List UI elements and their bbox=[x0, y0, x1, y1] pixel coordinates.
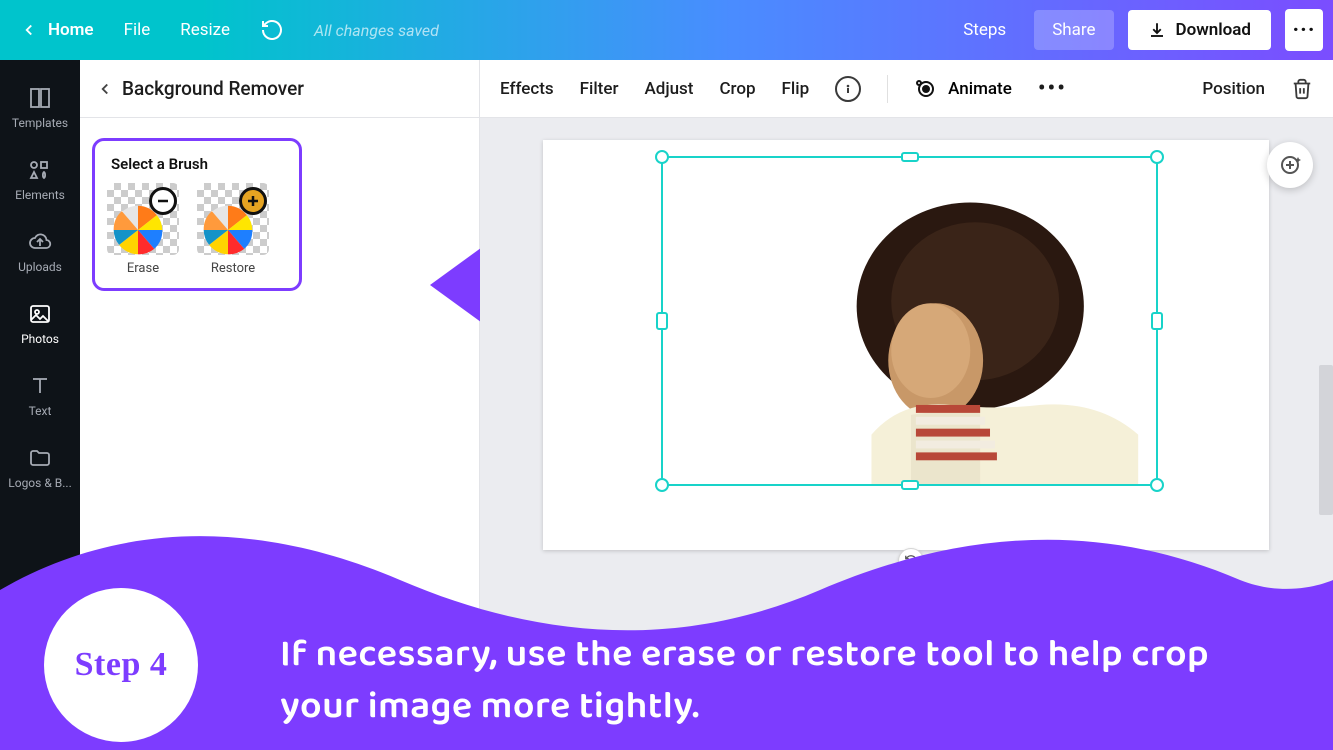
file-menu[interactable]: File bbox=[124, 20, 151, 40]
resize-handle-e[interactable] bbox=[1151, 312, 1163, 330]
brush-restore-option[interactable]: Restore bbox=[197, 183, 269, 276]
download-icon bbox=[1148, 21, 1166, 39]
plus-icon bbox=[239, 187, 267, 215]
add-page-button[interactable] bbox=[1267, 142, 1313, 188]
image-selection[interactable] bbox=[661, 156, 1158, 486]
home-button[interactable]: Home bbox=[20, 20, 94, 40]
elements-icon bbox=[28, 158, 52, 182]
adjust-button[interactable]: Adjust bbox=[644, 79, 693, 99]
position-button[interactable]: Position bbox=[1202, 79, 1265, 99]
undo-icon[interactable] bbox=[260, 18, 284, 42]
download-label: Download bbox=[1176, 20, 1251, 40]
sidebar-item-label: Templates bbox=[12, 116, 68, 130]
resize-handle-sw[interactable] bbox=[655, 478, 669, 492]
rotate-handle[interactable] bbox=[898, 548, 924, 574]
text-icon bbox=[28, 374, 52, 398]
context-toolbar: Effects Filter Adjust Crop Flip Animate … bbox=[480, 60, 1333, 118]
more-options-button[interactable]: ••• bbox=[1038, 76, 1067, 101]
sidebar: Templates Elements Uploads Photos Text L… bbox=[0, 60, 80, 750]
crop-button[interactable]: Crop bbox=[719, 79, 755, 99]
home-label: Home bbox=[48, 20, 94, 40]
divider bbox=[887, 75, 888, 103]
top-bar: Home File Resize All changes saved Steps… bbox=[0, 0, 1333, 60]
resize-menu[interactable]: Resize bbox=[180, 20, 230, 40]
effects-button[interactable]: Effects bbox=[500, 79, 554, 99]
trash-icon[interactable] bbox=[1291, 78, 1313, 100]
chevron-left-icon[interactable] bbox=[96, 80, 114, 98]
animate-label: Animate bbox=[948, 79, 1012, 99]
minus-icon bbox=[149, 187, 177, 215]
plus-sparkle-icon bbox=[1278, 153, 1302, 177]
sidebar-item-label: Elements bbox=[15, 188, 65, 202]
more-menu-button[interactable]: ··· bbox=[1285, 9, 1323, 51]
download-button[interactable]: Download bbox=[1128, 10, 1271, 50]
animate-icon bbox=[914, 77, 938, 101]
sidebar-item-templates[interactable]: Templates bbox=[0, 72, 80, 144]
main-row: Templates Elements Uploads Photos Text L… bbox=[0, 60, 1333, 750]
templates-icon bbox=[28, 86, 52, 110]
scrollbar[interactable] bbox=[1319, 365, 1333, 515]
chevron-left-icon bbox=[20, 21, 38, 39]
steps-button[interactable]: Steps bbox=[949, 12, 1020, 48]
brush-erase-option[interactable]: Erase bbox=[107, 183, 179, 276]
sidebar-item-text[interactable]: Text bbox=[0, 360, 80, 432]
resize-handle-s[interactable] bbox=[901, 480, 919, 490]
share-button[interactable]: Share bbox=[1034, 10, 1113, 50]
sidebar-item-label: Uploads bbox=[18, 260, 62, 274]
sidebar-item-label: Text bbox=[29, 404, 52, 418]
panel-title: Background Remover bbox=[122, 77, 304, 100]
brush-heading: Select a Brush bbox=[107, 153, 287, 183]
sidebar-item-label: Logos & B... bbox=[8, 476, 71, 490]
folder-icon bbox=[28, 446, 52, 470]
photos-icon bbox=[28, 302, 52, 326]
sidebar-item-label: Photos bbox=[21, 332, 59, 346]
sidebar-item-elements[interactable]: Elements bbox=[0, 144, 80, 216]
top-bar-right: Steps Share Download ··· bbox=[949, 9, 1323, 51]
brush-restore-tile bbox=[197, 183, 269, 255]
resize-handle-se[interactable] bbox=[1150, 478, 1164, 492]
sidebar-item-logos[interactable]: Logos & B... bbox=[0, 432, 80, 504]
brush-erase-tile bbox=[107, 183, 179, 255]
rotate-icon bbox=[904, 554, 918, 568]
save-status: All changes saved bbox=[314, 21, 439, 40]
animate-button[interactable]: Animate bbox=[914, 77, 1012, 101]
brush-restore-label: Restore bbox=[211, 261, 255, 276]
artboard[interactable] bbox=[543, 140, 1269, 550]
left-panel: Background Remover Select a Brush Erase bbox=[80, 60, 480, 750]
resize-handle-w[interactable] bbox=[656, 312, 668, 330]
brush-selector-box: Select a Brush Erase Restore bbox=[92, 138, 302, 291]
toolbar-group-right: Position bbox=[1202, 78, 1313, 100]
brush-erase-label: Erase bbox=[127, 261, 159, 276]
brush-options: Erase Restore bbox=[107, 183, 287, 276]
toolbar-group-left: Effects Filter Adjust Crop Flip Animate … bbox=[500, 75, 1067, 103]
subject-image bbox=[663, 158, 1156, 484]
resize-handle-nw[interactable] bbox=[655, 150, 669, 164]
flip-button[interactable]: Flip bbox=[782, 79, 810, 99]
top-bar-left: Home File Resize All changes saved bbox=[20, 18, 439, 42]
filter-button[interactable]: Filter bbox=[580, 79, 619, 99]
uploads-icon bbox=[28, 230, 52, 254]
resize-handle-n[interactable] bbox=[901, 152, 919, 162]
sidebar-item-photos[interactable]: Photos bbox=[0, 288, 80, 360]
canvas-area: Effects Filter Adjust Crop Flip Animate … bbox=[480, 60, 1333, 750]
sidebar-item-uploads[interactable]: Uploads bbox=[0, 216, 80, 288]
info-icon[interactable] bbox=[835, 76, 861, 102]
resize-handle-ne[interactable] bbox=[1150, 150, 1164, 164]
panel-header: Background Remover bbox=[80, 60, 479, 118]
